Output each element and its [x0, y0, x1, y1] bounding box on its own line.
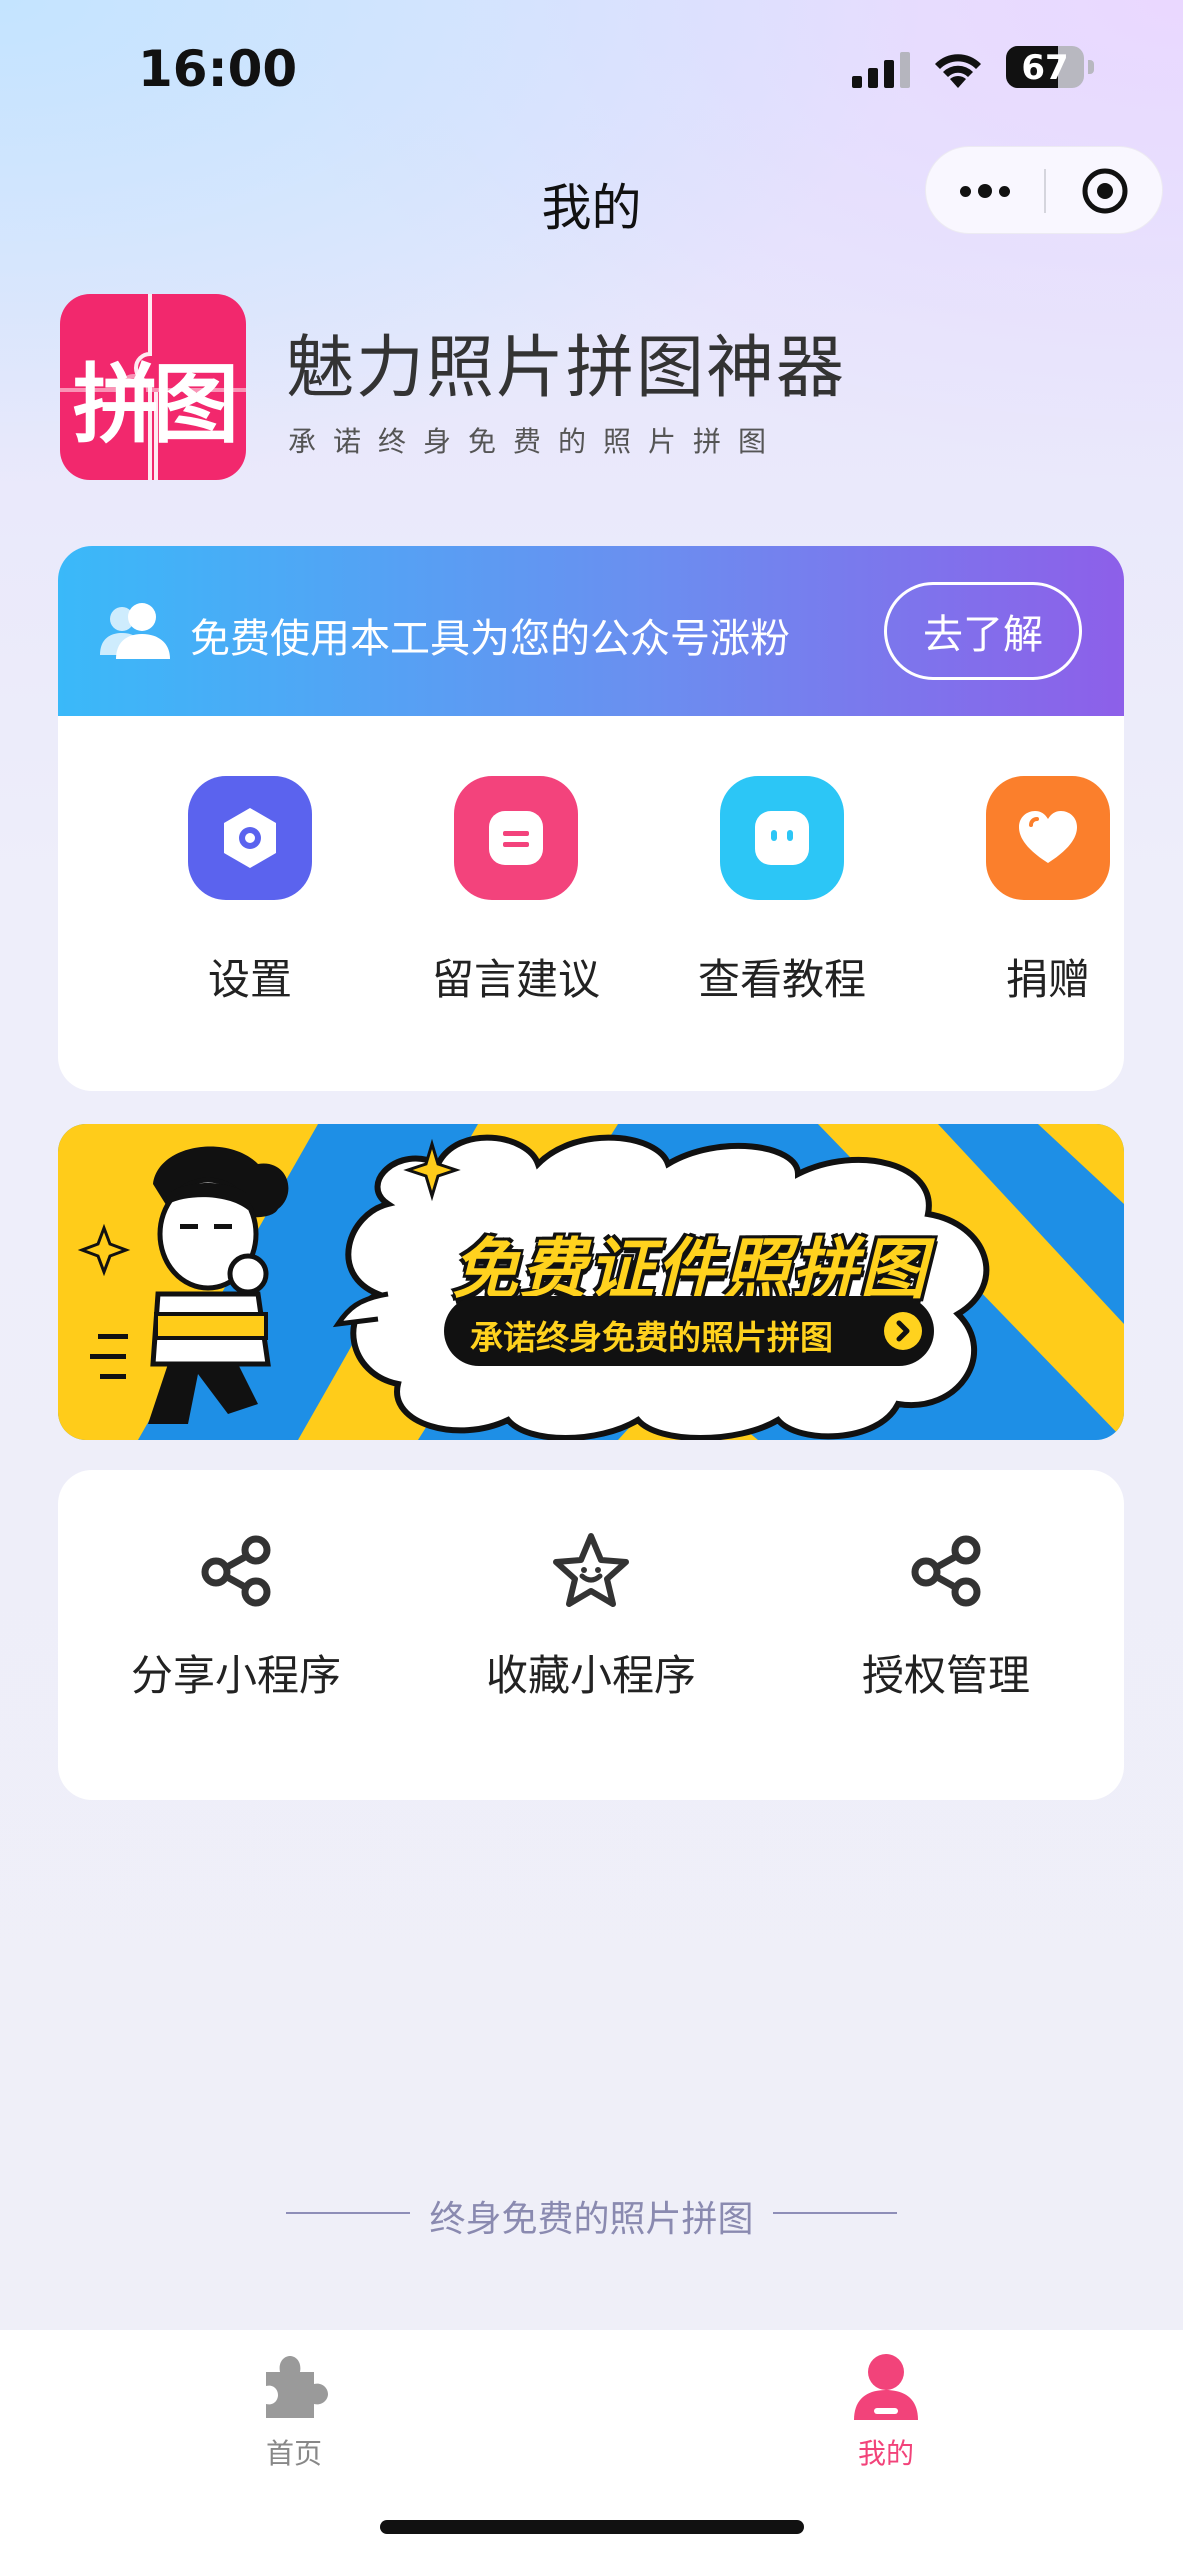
- tab-home[interactable]: 首页: [194, 2342, 394, 2472]
- menu-item-settings[interactable]: 设置: [130, 776, 370, 1016]
- user-icon: [854, 2354, 918, 2420]
- tools-card: 免费使用本工具为您的公众号涨粉 去了解 设置 留言建议 查看教程 捐赠: [58, 546, 1124, 1091]
- action-label: 授权管理: [861, 1651, 1030, 1700]
- users-icon: [100, 603, 170, 659]
- authorization-management-button[interactable]: 授权管理: [796, 1530, 1096, 1730]
- ad-subtitle: 承诺终身免费的照片拼图: [470, 1318, 833, 1357]
- footer-slogan: 终身免费的照片拼图: [429, 2199, 754, 2240]
- menu-item-feedback[interactable]: 留言建议: [396, 776, 636, 1016]
- tab-label: 首页: [265, 2437, 322, 2470]
- share-icon: [911, 1535, 981, 1607]
- tab-label: 我的: [857, 2437, 914, 2470]
- target-icon: [1082, 168, 1128, 214]
- signal-icon: [852, 52, 910, 88]
- battery-level: 67: [1021, 48, 1069, 88]
- app-name: 魅力照片拼图神器: [286, 329, 847, 408]
- menu-label: 设置: [207, 955, 292, 1004]
- menu-item-tutorial[interactable]: 查看教程: [662, 776, 902, 1016]
- footer-divider-right: [773, 2212, 897, 2214]
- actions-card: 分享小程序 收藏小程序 授权管理: [58, 1470, 1124, 1800]
- chevron-right-icon: [884, 1312, 922, 1350]
- heart-icon: [986, 776, 1110, 900]
- app-logo-text: 拼图: [73, 355, 239, 455]
- more-button[interactable]: [926, 147, 1044, 235]
- menu-label: 留言建议: [431, 955, 600, 1004]
- battery-indicator: 67: [1006, 46, 1094, 90]
- learn-more-button[interactable]: 去了解: [884, 582, 1082, 680]
- settings-icon: [188, 776, 312, 900]
- promo-text: 免费使用本工具为您的公众号涨粉: [190, 616, 790, 662]
- status-time: 16:00: [138, 40, 298, 98]
- tab-mine[interactable]: 我的: [786, 2342, 986, 2472]
- share-icon: [201, 1535, 271, 1607]
- wifi-icon: [935, 54, 981, 88]
- app-logo: 拼图: [60, 294, 246, 480]
- action-label: 分享小程序: [130, 1651, 341, 1700]
- app-slogan: 承诺终身免费的照片拼图: [288, 425, 784, 458]
- promo-banner: 免费使用本工具为您的公众号涨粉 去了解: [58, 546, 1124, 716]
- tutorial-icon: [720, 776, 844, 900]
- close-button[interactable]: [1046, 147, 1164, 235]
- menu-label: 捐赠: [1005, 955, 1090, 1004]
- message-icon: [454, 776, 578, 900]
- menu-item-donate[interactable]: 捐赠: [928, 776, 1124, 1016]
- action-label: 收藏小程序: [485, 1651, 696, 1700]
- promo-ad-banner[interactable]: 免费证件照拼图 承诺终身免费的照片拼图: [58, 1124, 1124, 1440]
- mini-program-capsule: [925, 146, 1163, 234]
- star-icon: [553, 1533, 629, 1607]
- favorite-mini-program-button[interactable]: 收藏小程序: [441, 1530, 741, 1730]
- home-indicator: [380, 2520, 804, 2534]
- menu-label: 查看教程: [697, 955, 866, 1004]
- share-mini-program-button[interactable]: 分享小程序: [86, 1530, 386, 1730]
- puzzle-icon: [266, 2356, 328, 2418]
